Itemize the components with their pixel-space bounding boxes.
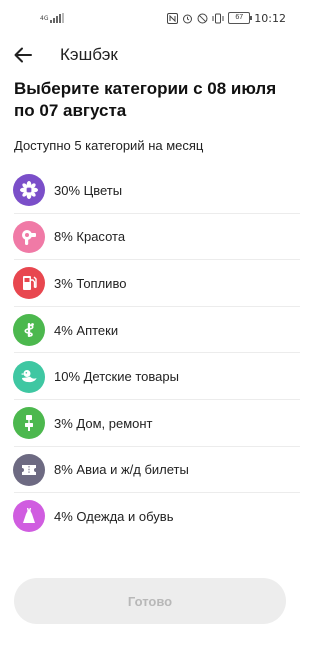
cashback-screen: 4G 67 10:12 Кэшбэк Выберите категории с …: [0, 0, 300, 650]
category-label: 3% Дом, ремонт: [54, 415, 153, 431]
category-item-pharmacy[interactable]: 4% Аптеки: [0, 307, 300, 354]
category-item-clothing[interactable]: 4% Одежда и обувь: [0, 493, 300, 540]
available-categories-text: Доступно 5 категорий на месяц: [14, 138, 204, 153]
category-item-fuel[interactable]: 3% Топливо: [0, 260, 300, 307]
hair-dryer-icon: [13, 220, 45, 253]
category-item-kids-goods[interactable]: 10% Детские товары: [0, 353, 300, 400]
nfc-icon: [167, 12, 179, 24]
category-label: 4% Аптеки: [54, 322, 119, 338]
status-icons: 67 10:12: [167, 10, 286, 26]
signal-icon: [50, 13, 65, 23]
category-list: 30% Цветы 8% Красота 3% Топливо 4% Аптек…: [0, 167, 300, 540]
paint-roller-icon: [13, 407, 45, 440]
category-item-home-repair[interactable]: 3% Дом, ремонт: [0, 400, 300, 447]
category-label: 8% Красота: [54, 229, 126, 245]
fuel-pump-icon: [13, 267, 45, 300]
category-item-flowers[interactable]: 30% Цветы: [0, 167, 300, 214]
flower-icon: [13, 174, 45, 207]
period-heading: Выберите категории с 08 июля по 07 авгус…: [14, 79, 277, 120]
network-type: 4G: [40, 14, 49, 22]
alarm-icon: [183, 14, 193, 23]
category-label: 8% Авиа и ж/д билеты: [54, 462, 189, 478]
category-label: 4% Одежда и обувь: [54, 508, 174, 524]
rubber-duck-icon: [13, 360, 45, 393]
battery-icon: 67: [228, 12, 253, 24]
category-item-beauty[interactable]: 8% Красота: [0, 214, 300, 261]
category-label: 3% Топливо: [54, 275, 127, 291]
dress-icon: [13, 500, 45, 533]
clock: 10:12: [254, 11, 286, 25]
mute-icon: [197, 13, 208, 23]
page-title: Кэшбэк: [60, 45, 118, 64]
category-label: 30% Цветы: [54, 182, 123, 198]
done-button[interactable]: Готово: [14, 578, 286, 624]
arrow-left-icon: [14, 47, 32, 63]
category-item-tickets[interactable]: 8% Авиа и ж/д билеты: [0, 447, 300, 494]
network-indicator: 4G: [40, 11, 66, 25]
category-label: 10% Детские товары: [54, 369, 179, 385]
vibrate-icon: [212, 13, 224, 23]
pharmacy-icon: [13, 314, 45, 347]
status-bar: 4G 67 10:12: [0, 0, 300, 36]
ticket-icon: [13, 453, 45, 486]
app-bar: Кэшбэк: [0, 36, 300, 74]
back-button[interactable]: [8, 40, 38, 70]
